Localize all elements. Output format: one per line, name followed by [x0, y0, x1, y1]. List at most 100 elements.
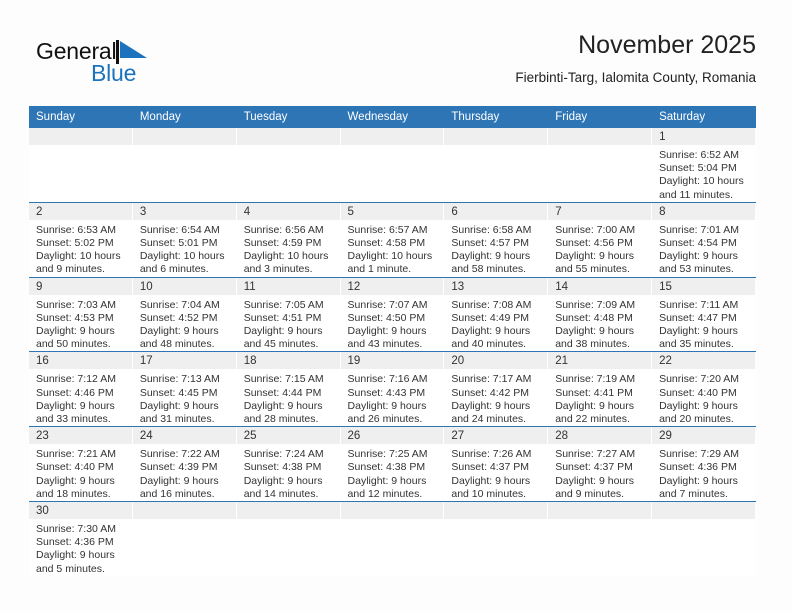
day-number: 4 [236, 202, 341, 220]
daylight-text-line1: Daylight: 10 hours [659, 175, 744, 188]
calendar-day-cell[interactable]: 15 Sunrise: 7:11 AM Sunset: 4:47 PM Dayligh… [652, 276, 756, 352]
calendar-day-cell-empty [548, 501, 653, 576]
sunset-text: Sunset: 4:37 PM [555, 461, 633, 474]
calendar-day-cell[interactable]: 11 Sunrise: 7:05 AM Sunset: 4:51 PM Dayligh… [236, 276, 341, 352]
day-details: Sunrise: 7:26 AM Sunset: 4:37 PM Daylight:… [444, 444, 548, 501]
day-details: Sunrise: 6:52 AM Sunset: 5:04 PM Daylight:… [652, 145, 756, 202]
calendar-day-cell[interactable]: 19 Sunrise: 7:16 AM Sunset: 4:43 PM Dayligh… [340, 351, 445, 427]
sunset-text: Sunset: 4:38 PM [347, 461, 426, 474]
sunset-text: Sunset: 4:37 PM [451, 461, 530, 474]
daylight-text-line2: and 58 minutes. [451, 263, 527, 276]
sunset-text: Sunset: 4:49 PM [451, 311, 530, 324]
daylight-text-line1: Daylight: 9 hours [36, 399, 115, 412]
calendar-day-cell[interactable]: 29 Sunrise: 7:29 AM Sunset: 4:36 PM Dayligh… [652, 426, 756, 502]
sunset-text: Sunset: 4:36 PM [659, 461, 737, 474]
daylight-text-line2: and 40 minutes. [451, 338, 527, 351]
sunrise-text: Sunrise: 7:07 AM [347, 298, 428, 311]
daylight-text-line1: Daylight: 10 hours [36, 250, 121, 263]
day-details: Sunrise: 6:53 AM Sunset: 5:02 PM Daylight:… [29, 220, 133, 277]
sunset-text: Sunset: 4:57 PM [451, 237, 530, 250]
day-number [340, 502, 445, 520]
calendar-day-cell[interactable]: 2 Sunrise: 6:53 AM Sunset: 5:02 PM Daylight… [29, 201, 133, 278]
daylight-text-line2: and 14 minutes. [243, 487, 319, 500]
calendar-day-cell[interactable]: 22 Sunrise: 7:20 AM Sunset: 4:40 PM Dayligh… [652, 351, 756, 427]
daylight-text-line1: Daylight: 10 hours [347, 250, 433, 263]
sunset-text: Sunset: 4:41 PM [555, 386, 633, 399]
weekday-header-row: Sunday Monday Tuesday Wednesday Thursday… [29, 106, 756, 128]
day-number [236, 502, 341, 520]
day-number: 13 [444, 277, 549, 295]
daylight-text-line2: and 3 minutes. [243, 263, 313, 276]
calendar-day-cell[interactable]: 5 Sunrise: 6:57 AM Sunset: 4:58 PM Daylight… [340, 201, 445, 278]
calendar-day-cell[interactable]: 23 Sunrise: 7:21 AM Sunset: 4:40 PM Dayligh… [29, 426, 133, 502]
calendar-day-cell[interactable]: 20 Sunrise: 7:17 AM Sunset: 4:42 PM Dayligh… [444, 351, 549, 427]
calendar-week-row: 16 Sunrise: 7:12 AM Sunset: 4:46 PM Dayligh… [29, 351, 756, 427]
day-number: 19 [340, 352, 445, 370]
calendar-day-cell[interactable]: 9 Sunrise: 7:03 AM Sunset: 4:53 PM Daylight… [29, 276, 133, 352]
calendar-day-cell[interactable]: 10 Sunrise: 7:04 AM Sunset: 4:52 PM Dayligh… [132, 276, 237, 352]
calendar-week-row: 30 Sunrise: 7:30 AM Sunset: 4:36 PM Dayligh… [29, 501, 756, 576]
day-details: Sunrise: 7:13 AM Sunset: 4:45 PM Daylight:… [133, 369, 237, 426]
day-details: Sunrise: 7:25 AM Sunset: 4:38 PM Daylight:… [341, 444, 445, 501]
day-number: 15 [652, 277, 756, 295]
daylight-text-line2: and 20 minutes. [659, 413, 734, 426]
calendar-day-cell[interactable]: 6 Sunrise: 6:58 AM Sunset: 4:57 PM Daylight… [444, 201, 549, 278]
calendar-day-cell[interactable]: 16 Sunrise: 7:12 AM Sunset: 4:46 PM Dayligh… [29, 351, 133, 427]
day-number: 7 [548, 202, 653, 220]
sunrise-text: Sunrise: 7:19 AM [555, 373, 636, 386]
calendar-day-cell[interactable]: 13 Sunrise: 7:08 AM Sunset: 4:49 PM Dayligh… [444, 276, 549, 352]
day-details: Sunrise: 7:24 AM Sunset: 4:38 PM Daylight:… [237, 444, 341, 501]
calendar-day-cell[interactable]: 25 Sunrise: 7:24 AM Sunset: 4:38 PM Dayligh… [236, 426, 341, 502]
daylight-text-line2: and 45 minutes. [243, 338, 319, 351]
calendar-day-cell[interactable]: 14 Sunrise: 7:09 AM Sunset: 4:48 PM Dayligh… [548, 276, 653, 352]
sunset-text: Sunset: 4:42 PM [451, 386, 530, 399]
day-details: Sunrise: 7:22 AM Sunset: 4:39 PM Daylight:… [133, 444, 237, 501]
calendar-day-cell[interactable]: 27 Sunrise: 7:26 AM Sunset: 4:37 PM Dayligh… [444, 426, 549, 502]
daylight-text-line1: Daylight: 9 hours [659, 250, 738, 263]
calendar-day-cell[interactable]: 24 Sunrise: 7:22 AM Sunset: 4:39 PM Dayligh… [132, 426, 237, 502]
day-details: Sunrise: 7:03 AM Sunset: 4:53 PM Daylight:… [29, 295, 133, 352]
calendar-day-cell[interactable]: 26 Sunrise: 7:25 AM Sunset: 4:38 PM Dayligh… [340, 426, 445, 502]
daylight-text-line1: Daylight: 9 hours [36, 474, 115, 487]
page-title: November 2025 [578, 31, 756, 59]
daylight-text-line1: Daylight: 10 hours [139, 250, 225, 263]
calendar-day-cell[interactable]: 12 Sunrise: 7:07 AM Sunset: 4:50 PM Dayligh… [340, 276, 445, 352]
calendar-day-cell[interactable]: 17 Sunrise: 7:13 AM Sunset: 4:45 PM Dayligh… [132, 351, 237, 427]
calendar-day-cell[interactable]: 1 Sunrise: 6:52 AM Sunset: 5:04 PM Daylight… [652, 128, 756, 203]
day-number [132, 128, 237, 145]
calendar-day-cell[interactable]: 30 Sunrise: 7:30 AM Sunset: 4:36 PM Dayligh… [29, 501, 133, 576]
daylight-text-line2: and 53 minutes. [659, 263, 734, 276]
day-details: Sunrise: 6:57 AM Sunset: 4:58 PM Daylight:… [341, 220, 445, 277]
sunrise-text: Sunrise: 7:11 AM [659, 298, 739, 311]
calendar-page: General Blue November 2025 Fierbinti-Tar… [0, 0, 792, 612]
daylight-text-line2: and 5 minutes. [36, 562, 105, 575]
daylight-text-line2: and 48 minutes. [139, 338, 215, 351]
daylight-text-line2: and 18 minutes. [36, 487, 111, 500]
general-blue-logo[interactable]: General Blue [36, 38, 216, 90]
sunrise-text: Sunrise: 7:21 AM [36, 448, 116, 461]
calendar-day-cell[interactable]: 18 Sunrise: 7:15 AM Sunset: 4:44 PM Dayligh… [236, 351, 341, 427]
calendar-day-cell-empty [132, 128, 237, 203]
daylight-text-line2: and 31 minutes. [139, 413, 215, 426]
calendar-week-row: 2 Sunrise: 6:53 AM Sunset: 5:02 PM Daylight… [29, 201, 756, 278]
calendar-day-cell[interactable]: 3 Sunrise: 6:54 AM Sunset: 5:01 PM Daylight… [132, 201, 237, 278]
calendar-day-cell[interactable]: 7 Sunrise: 7:00 AM Sunset: 4:56 PM Daylight… [548, 201, 653, 278]
day-number: 6 [444, 202, 549, 220]
calendar-day-cell[interactable]: 8 Sunrise: 7:01 AM Sunset: 4:54 PM Daylight… [652, 201, 756, 278]
calendar-day-cell[interactable]: 4 Sunrise: 6:56 AM Sunset: 4:59 PM Daylight… [236, 201, 341, 278]
day-details: Sunrise: 6:56 AM Sunset: 4:59 PM Daylight:… [237, 220, 341, 277]
day-details: Sunrise: 7:29 AM Sunset: 4:36 PM Daylight:… [652, 444, 756, 501]
calendar-day-cell-empty [340, 128, 445, 203]
day-details: Sunrise: 6:58 AM Sunset: 4:57 PM Daylight:… [444, 220, 548, 277]
sunset-text: Sunset: 4:51 PM [243, 311, 322, 324]
day-number [236, 128, 341, 145]
daylight-text-line1: Daylight: 9 hours [243, 399, 323, 412]
day-number: 9 [29, 277, 133, 295]
day-details: Sunrise: 6:54 AM Sunset: 5:01 PM Daylight:… [133, 220, 237, 277]
calendar-day-cell[interactable]: 28 Sunrise: 7:27 AM Sunset: 4:37 PM Dayligh… [548, 426, 653, 502]
day-number: 20 [444, 352, 549, 370]
day-number: 22 [652, 352, 756, 370]
calendar-body: 1 Sunrise: 6:52 AM Sunset: 5:04 PM Daylight… [29, 128, 756, 576]
calendar-day-cell[interactable]: 21 Sunrise: 7:19 AM Sunset: 4:41 PM Dayligh… [548, 351, 653, 427]
day-number: 12 [340, 277, 445, 295]
